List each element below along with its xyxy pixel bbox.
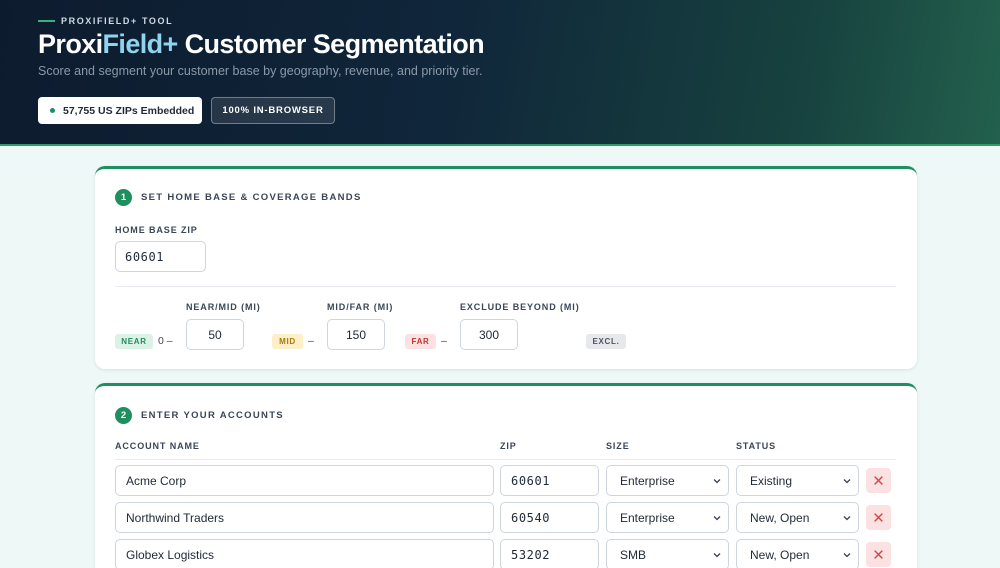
in-browser-badge: 100% IN-BROWSER	[211, 97, 335, 124]
zips-embedded-label: 57,755 US ZIPs Embedded	[63, 104, 195, 117]
accounts-card: 2 ENTER YOUR ACCOUNTS ACCOUNT NAME ZIP S…	[95, 383, 917, 568]
account-zip-input[interactable]: 60601	[500, 465, 599, 496]
step-2-heading: 2 ENTER YOUR ACCOUNTS	[115, 407, 284, 424]
delete-row-button[interactable]	[866, 505, 891, 530]
mid-far-label: MID/FAR (MI)	[327, 302, 394, 312]
exclude-beyond-input[interactable]: 300	[460, 319, 518, 350]
close-icon	[874, 513, 883, 522]
chevron-down-icon	[843, 515, 851, 520]
excluded-band-tag: EXCL.	[586, 334, 626, 349]
chevron-down-icon	[843, 552, 851, 557]
size-select[interactable]: SMB	[606, 539, 729, 568]
chevron-down-icon	[713, 552, 721, 557]
column-header-zip: ZIP	[500, 441, 517, 451]
step-title: SET HOME BASE & COVERAGE BANDS	[141, 192, 362, 203]
chevron-down-icon	[713, 515, 721, 520]
account-zip-input[interactable]: 60540	[500, 502, 599, 533]
eyebrow-text: PROXIFIELD+ TOOL	[61, 16, 174, 26]
near-band-tag: NEAR	[115, 334, 153, 349]
home-zip-label: HOME BASE ZIP	[115, 225, 198, 235]
dot-icon	[50, 108, 55, 113]
status-select[interactable]: New, Open	[736, 502, 859, 533]
size-select-value: SMB	[620, 547, 647, 562]
eyebrow: PROXIFIELD+ TOOL	[38, 16, 173, 26]
step-1-heading: 1 SET HOME BASE & COVERAGE BANDS	[115, 189, 362, 206]
title-part-proxi: Proxi	[38, 29, 103, 59]
size-select-value: Enterprise	[620, 510, 675, 525]
title-part-field: Field+	[102, 29, 179, 59]
home-base-card: 1 SET HOME BASE & COVERAGE BANDS HOME BA…	[95, 166, 917, 369]
status-select-value: New, Open	[750, 547, 810, 562]
mid-band-tag: MID	[272, 334, 303, 349]
title-part-rest: Customer Segmentation	[177, 29, 485, 59]
size-select[interactable]: Enterprise	[606, 465, 729, 496]
page-header: PROXIFIELD+ TOOL ProxiField+ Customer Se…	[0, 0, 1000, 146]
status-select-value: New, Open	[750, 510, 810, 525]
near-mid-label: NEAR/MID (MI)	[186, 302, 261, 312]
page-subtitle: Score and segment your customer base by …	[38, 64, 483, 78]
mid-far-input[interactable]: 150	[327, 319, 385, 350]
close-icon	[874, 550, 883, 559]
step-number-badge: 2	[115, 407, 132, 424]
column-header-status: STATUS	[736, 441, 777, 451]
near-mid-input[interactable]: 50	[186, 319, 244, 350]
page-title: ProxiField+ Customer Segmentation	[38, 29, 485, 60]
mid-range-dash: –	[308, 335, 314, 347]
status-select[interactable]: New, Open	[736, 539, 859, 568]
status-select[interactable]: Existing	[736, 465, 859, 496]
chevron-down-icon	[843, 478, 851, 483]
account-zip-input[interactable]: 53202	[500, 539, 599, 568]
eyebrow-line	[38, 20, 55, 22]
close-icon	[874, 476, 883, 485]
account-name-input[interactable]: Northwind Traders	[115, 502, 494, 533]
far-range-dash: –	[441, 335, 447, 347]
column-header-account-name: ACCOUNT NAME	[115, 441, 200, 451]
near-range-start: 0 –	[158, 335, 173, 347]
size-select[interactable]: Enterprise	[606, 502, 729, 533]
section-divider	[115, 286, 896, 287]
far-band-tag: FAR	[405, 334, 436, 349]
zips-embedded-badge: 57,755 US ZIPs Embedded	[38, 97, 202, 124]
exclude-beyond-label: EXCLUDE BEYOND (MI)	[460, 302, 580, 312]
delete-row-button[interactable]	[866, 468, 891, 493]
delete-row-button[interactable]	[866, 542, 891, 567]
step-number-badge: 1	[115, 189, 132, 206]
column-header-size: SIZE	[606, 441, 630, 451]
account-name-input[interactable]: Globex Logistics	[115, 539, 494, 568]
account-name-input[interactable]: Acme Corp	[115, 465, 494, 496]
step-title: ENTER YOUR ACCOUNTS	[141, 410, 284, 421]
header-divider	[115, 459, 896, 460]
size-select-value: Enterprise	[620, 473, 675, 488]
chevron-down-icon	[713, 478, 721, 483]
home-zip-input[interactable]: 60601	[115, 241, 206, 272]
status-select-value: Existing	[750, 473, 793, 488]
